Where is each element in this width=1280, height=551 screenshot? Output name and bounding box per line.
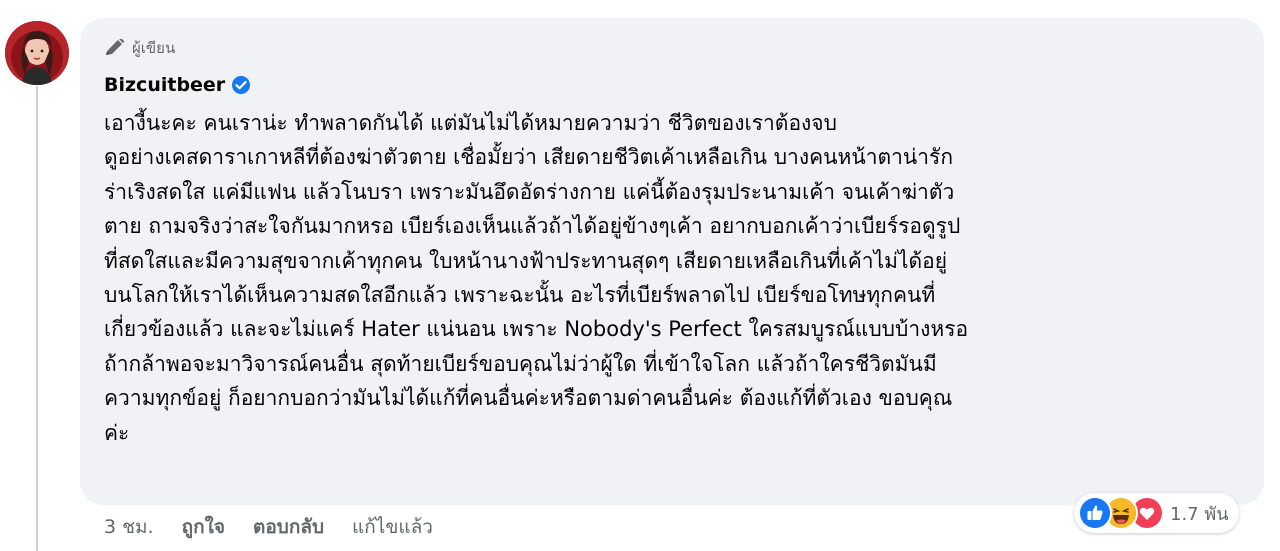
comment-text: เอางี้นะคะ คนเราน่ะ ทำพลาดกันได้ แต่มันไ… <box>104 106 1244 450</box>
author-badge: ผู้เขียน <box>104 36 175 60</box>
comment-line: ถ้ากล้าพอจะมาวิจารณ์คนอื่น สุดท้ายเบียร์… <box>104 351 937 376</box>
reaction-icons <box>1078 496 1164 530</box>
avatar-image <box>5 21 69 85</box>
comment-line: ตาย ถามจริงว่าสะใจกันมากหรอ เบียร์เองเห็… <box>104 214 961 239</box>
comment-actions: 3 ชม. ถูกใจ ตอบกลับ แก้ไขแล้ว <box>104 512 461 542</box>
verified-badge-icon <box>231 75 251 95</box>
like-button[interactable]: ถูกใจ <box>182 512 225 542</box>
comment-line: ร่าเริงสดใส แค่มีแฟน แล้วโนบรา เพราะมันอ… <box>104 179 955 204</box>
comment-line: เกี่ยวข้องแล้ว และจะไม่แคร์ Hater แน่นอน… <box>104 317 969 342</box>
comment-line: ที่สดใสและมีความสุขจากเค้าทุกคน ใบหน้านา… <box>104 248 948 273</box>
comment-header: Bizcuitbeer <box>104 74 251 96</box>
reaction-count: 1.7 พัน <box>1170 503 1229 525</box>
reactions-summary[interactable]: 1.7 พัน <box>1074 493 1239 533</box>
comment-line: บนโลกให้เราได้เห็นความสดใสอีกแล้ว เพราะฉ… <box>104 283 936 308</box>
comment-line: ความทุกข์อยู่ ก็อยากบอกว่ามันไม่ได้แก้ที… <box>104 386 953 411</box>
author-badge-label: ผู้เขียน <box>132 39 176 57</box>
reply-button[interactable]: ตอบกลับ <box>253 512 324 542</box>
like-icon <box>1078 496 1112 530</box>
edited-label[interactable]: แก้ไขแล้ว <box>352 512 433 542</box>
comment-line: เอางี้นะคะ คนเราน่ะ ทำพลาดกันได้ แต่มันไ… <box>104 111 837 135</box>
comment-line: ค่ะ <box>104 420 130 445</box>
avatar[interactable] <box>5 21 69 85</box>
comment-time[interactable]: 3 ชม. <box>104 512 154 542</box>
author-name[interactable]: Bizcuitbeer <box>104 74 225 96</box>
pencil-icon <box>106 39 125 55</box>
thread-line <box>36 86 38 551</box>
comment-line: ดูอย่างเคสดาราเกาหลีที่ต้องฆ่าตัวตาย เชื… <box>104 145 954 170</box>
